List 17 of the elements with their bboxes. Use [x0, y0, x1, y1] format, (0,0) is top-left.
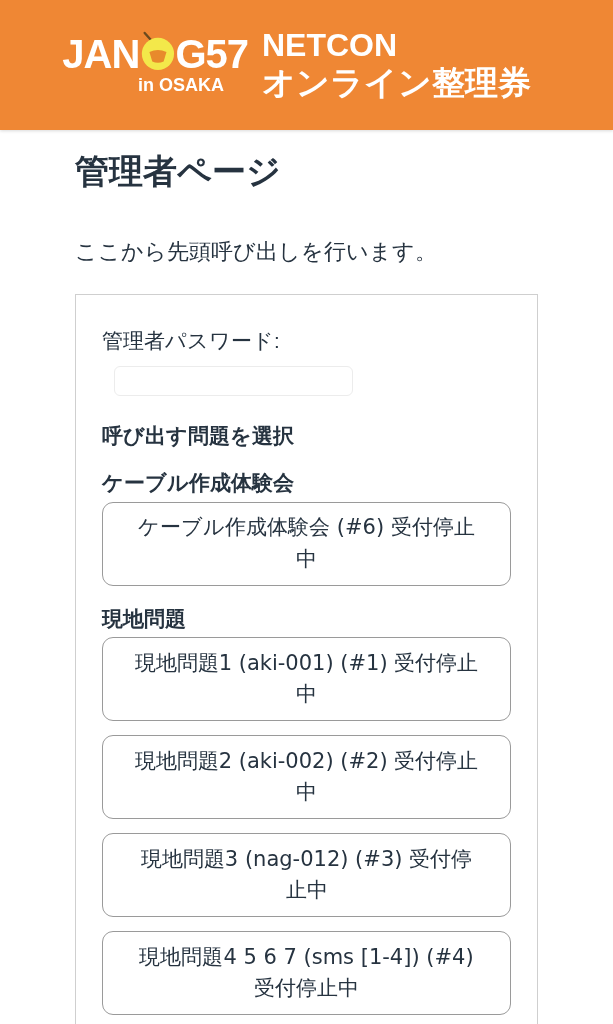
call-button[interactable]: ケーブル作成体験会 (#6) 受付停止中	[102, 501, 511, 586]
app-subtitle: オンライン整理券	[262, 62, 531, 103]
intro-text: ここから先頭呼び出しを行います。	[75, 238, 438, 266]
password-label: 管理者パスワード:	[102, 328, 281, 355]
section-heading: 呼び出す問題を選択	[102, 422, 295, 449]
logo-ball-icon	[139, 31, 176, 72]
group-heading: 現地問題	[102, 605, 187, 632]
page-title: 管理者ページ	[75, 151, 282, 192]
call-button[interactable]: 現地問題3 (nag-012) (#3) 受付停止中	[102, 833, 511, 918]
call-button[interactable]: 現地問題2 (aki-002) (#2) 受付停止中	[102, 735, 511, 820]
logo-text: JAN	[62, 34, 140, 75]
app-title: NETCON	[262, 27, 399, 63]
logo-text: G57	[175, 34, 248, 75]
call-button[interactable]: 現地問題4 5 6 7 (sms [1-4]) (#4) 受付停止中	[102, 931, 511, 1016]
group-heading: ケーブル作成体験会	[102, 470, 295, 497]
logo-subtitle: in OSAKA	[138, 76, 224, 96]
call-button[interactable]: 現地問題1 (aki-001) (#1) 受付停止中	[102, 637, 511, 722]
